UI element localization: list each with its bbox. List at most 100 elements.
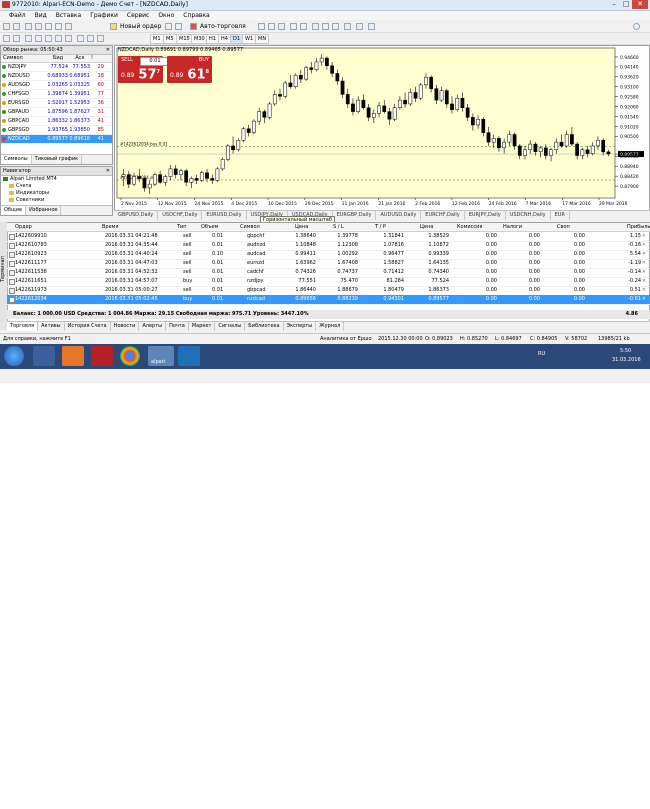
market-watch-row[interactable]: NZDJPY 77.524 77.553 29 [1,63,112,72]
nav-item-indicators[interactable]: Индикаторы [1,190,112,197]
minimize-icon[interactable]: – [608,0,620,9]
terminal-tab[interactable]: Почта [166,322,189,331]
terminal-tab[interactable]: Алерты [139,322,167,331]
arrow-icon[interactable] [97,35,104,42]
market-watch-row[interactable]: NZDCAD 0.89577 0.89618 41 [1,135,112,144]
col-spread[interactable]: ! [91,55,105,62]
clock-time[interactable]: 5:50 [620,348,631,354]
menu-insert[interactable]: Вставка [56,12,81,19]
col-bid[interactable]: Бид [47,55,69,62]
chart-tab[interactable]: EUR [551,211,570,220]
chart-tab[interactable]: EURGBP,Daily [333,211,377,220]
column-header[interactable]: Объем [201,223,218,231]
chart-tab[interactable]: USDCHF,Daily [158,211,203,220]
column-header[interactable]: Прибыль [627,223,650,231]
lot-size-input[interactable]: 0.01 [140,57,170,66]
terminal-tab[interactable]: Новости [111,322,140,331]
fibo-icon[interactable] [65,35,72,42]
market-watch-row[interactable]: GBPSGD 1.93765 1.93850 85 [1,126,112,135]
tester-icon[interactable] [65,23,72,30]
market-watch-row[interactable]: AUDSGD 1.03265 1.03325 60 [1,81,112,90]
nav-item-accounts[interactable]: Счета [1,183,112,190]
indicators-icon[interactable] [344,23,351,30]
market-watch-row[interactable]: EURSGD 1.52917 1.52953 36 [1,99,112,108]
chart-tab[interactable]: EURCHF,Daily [421,211,465,220]
trading-app-icon[interactable] [91,346,113,366]
explorer-icon[interactable] [33,346,55,366]
autotrading-button[interactable]: Авто-торговля [200,23,246,30]
column-header[interactable]: Символ [240,223,260,231]
chart-tab[interactable]: GBPUSD,Daily [114,211,159,220]
column-header[interactable]: Комиссия [457,223,482,231]
terminal-tab[interactable]: Библиотека [245,322,284,331]
timeframe-h1[interactable]: H1 [206,34,219,44]
market-watch-row[interactable]: GBPCAD 1.86332 1.86373 41 [1,117,112,126]
close-order-icon[interactable]: ✕ [642,250,646,259]
chart-tab[interactable]: EURUSD,Daily [202,211,247,220]
search-icon[interactable] [633,23,640,30]
chart-tab[interactable]: EURJPY,Daily [465,211,506,220]
terminal-app-icon[interactable] [178,346,200,366]
templates-icon[interactable] [368,23,375,30]
close-icon[interactable]: ✕ [106,46,110,54]
data-window-icon[interactable] [35,23,42,30]
vertical-line-icon[interactable] [25,35,32,42]
signals-icon[interactable] [175,23,182,30]
autotrading-icon[interactable] [190,23,197,30]
zoom-in-icon[interactable] [290,23,297,30]
column-header[interactable]: Своп [557,223,570,231]
tile-icon[interactable] [312,23,319,30]
timeframe-w1[interactable]: W1 [242,34,257,44]
terminal-tab[interactable]: История Счета [65,322,111,331]
column-header[interactable]: Цена [295,223,308,231]
navigator-icon[interactable] [45,23,52,30]
terminal-tab[interactable]: Журнал [316,322,345,331]
tab-symbols[interactable]: Символы [1,155,32,164]
zoom-out-icon[interactable] [300,23,307,30]
clock-date[interactable]: 31.03.2016 [612,357,641,363]
tab-tick-chart[interactable]: Тиковый график [32,155,83,164]
timeframe-m1[interactable]: M1 [150,34,164,44]
new-order-icon[interactable] [110,23,117,30]
column-header[interactable]: Налоги [503,223,522,231]
col-ask[interactable]: Аск [69,55,91,62]
close-order-icon[interactable]: ✕ [642,232,646,241]
market-watch-row[interactable]: NZDUSD 0.68933 0.68951 18 [1,72,112,81]
channel-icon[interactable] [55,35,62,42]
column-header[interactable]: S / L [333,223,344,231]
menu-file[interactable]: Файл [9,12,26,19]
label-icon[interactable] [87,35,94,42]
autoscroll-icon[interactable] [322,23,329,30]
terminal-tab[interactable]: Активы [38,322,65,331]
text-icon[interactable] [77,35,84,42]
col-symbol[interactable]: Символ [1,55,47,62]
column-header[interactable]: Ордер [15,223,32,231]
tab-favorites[interactable]: Избранное [26,206,62,215]
menu-view[interactable]: Вид [35,12,47,19]
chrome-icon[interactable] [120,346,140,366]
close-order-icon[interactable]: ✕ [642,259,646,268]
chart-tab[interactable]: AUDUSD,Daily [376,211,422,220]
buy-button[interactable]: BUY 0.89 618 [167,56,212,83]
periods-icon[interactable] [356,23,363,30]
column-header[interactable]: Цена [420,223,433,231]
terminal-tab[interactable]: Сигналы [215,322,246,331]
crosshair-icon[interactable] [13,35,20,42]
close-order-icon[interactable]: ✕ [642,241,646,250]
column-header[interactable]: T / P [375,223,386,231]
market-watch-icon[interactable] [25,23,32,30]
timeframe-mn[interactable]: MN [255,34,270,44]
menu-help[interactable]: Справка [183,12,209,19]
menu-window[interactable]: Окно [158,12,174,19]
bar-chart-icon[interactable] [258,23,265,30]
menu-charts[interactable]: Графики [90,12,118,19]
alpari-app-icon[interactable]: alpari [148,346,174,366]
maximize-icon[interactable]: □ [620,0,632,9]
close-order-icon[interactable]: ✕ [642,286,646,295]
column-header[interactable]: Время [102,223,118,231]
new-chart-icon[interactable] [3,23,10,30]
new-order-button[interactable]: Новый ордер [120,23,161,30]
close-order-icon[interactable]: ✕ [642,295,646,304]
nav-item-broker[interactable]: Alpari Limited MT4 [1,176,112,183]
meta-editor-icon[interactable] [165,23,172,30]
